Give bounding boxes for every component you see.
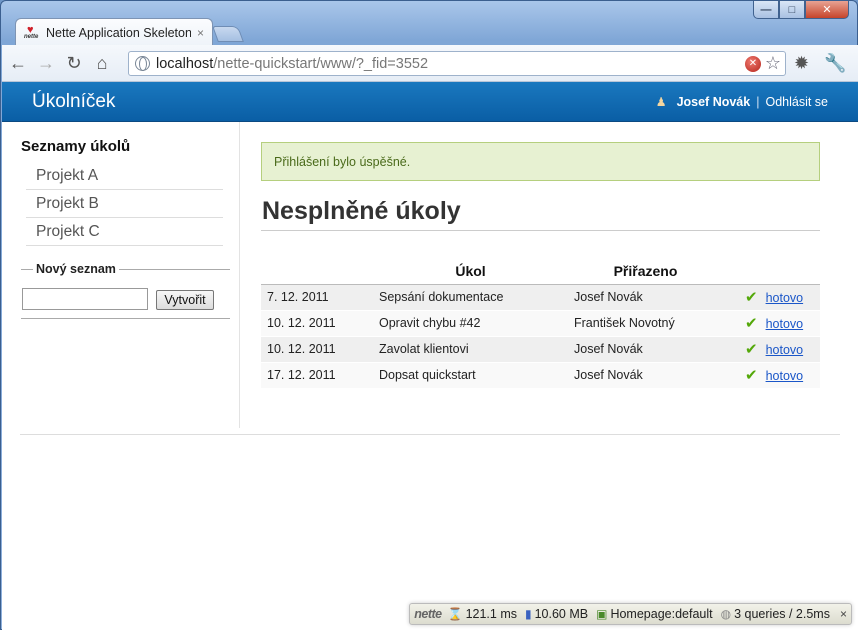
minimize-button[interactable]: — <box>753 1 779 19</box>
task-name: Zavolat klientovi <box>373 336 568 363</box>
sidebar: Seznamy úkolů Projekt A Projekt B Projek… <box>2 122 240 428</box>
task-name: Opravit chybu #42 <box>373 310 568 337</box>
create-list-button[interactable]: Vytvořit <box>156 290 214 310</box>
debug-presenter[interactable]: ▣ Homepage:default <box>596 607 713 621</box>
site-header: Úkolníček ♟ Josef Novák | Odhlásit se <box>2 82 858 122</box>
debug-bar-close-icon[interactable]: × <box>840 607 847 621</box>
extension-gear-icon[interactable]: ✹ <box>794 53 809 74</box>
table-header-row: Úkol Přiřazeno <box>261 258 820 285</box>
maximize-button[interactable]: □ <box>779 1 805 19</box>
task-date: 17. 12. 2011 <box>261 362 373 389</box>
nette-favicon-icon: ♥ nette <box>24 23 39 40</box>
sidebar-item-projekt-b[interactable]: Projekt B <box>26 190 223 218</box>
sidebar-item-projekt-c[interactable]: Projekt C <box>26 218 223 246</box>
stop-icon[interactable]: ✕ <box>745 56 761 72</box>
done-link[interactable]: hotovo <box>766 317 804 331</box>
sidebar-title: Seznamy úkolů <box>21 138 131 155</box>
logout-link[interactable]: Odhlásit se <box>765 95 828 109</box>
page-title: Nesplněné úkoly <box>262 197 461 225</box>
flash-message: Přihlášení bylo úspěšné. <box>261 142 820 181</box>
table-row: 7. 12. 2011 Sepsání dokumentace Josef No… <box>261 284 820 311</box>
forward-icon[interactable]: → <box>34 51 58 75</box>
separator: | <box>756 95 760 109</box>
task-action-cell: ✔ hotovo <box>723 362 820 389</box>
bookmark-star-icon[interactable]: ☆ <box>765 53 781 74</box>
close-window-button[interactable]: ✕ <box>805 1 849 19</box>
debug-time[interactable]: ⌛ 121.1 ms <box>448 607 517 621</box>
user-icon: ♟ <box>655 95 667 109</box>
task-action-cell: ✔ hotovo <box>723 336 820 363</box>
heading-divider <box>261 230 820 231</box>
window-controls: — □ ✕ <box>753 1 849 19</box>
footer-divider <box>20 434 840 435</box>
task-assignee: Josef Novák <box>568 362 723 389</box>
browser-toolbar: ← → ↻ ⌂ localhost/nette-quickstart/www/?… <box>2 45 858 82</box>
check-icon: ✔ <box>745 367 758 384</box>
table-row: 10. 12. 2011 Zavolat klientovi Josef Nov… <box>261 336 820 363</box>
new-list-form: Nový seznam Vytvořit <box>21 262 230 319</box>
nette-logo[interactable]: nette <box>414 607 442 621</box>
debug-queries[interactable]: ◍ 3 queries / 2.5ms <box>721 607 830 621</box>
new-list-legend: Nový seznam <box>33 262 119 276</box>
check-icon: ✔ <box>745 341 758 358</box>
home-icon[interactable]: ⌂ <box>90 51 114 75</box>
debug-memory[interactable]: ▮ 10.60 MB <box>525 607 588 621</box>
task-action-cell: ✔ hotovo <box>723 284 820 311</box>
task-name: Dopsat quickstart <box>373 362 568 389</box>
column-header-assigned: Přiřazeno <box>568 258 723 285</box>
reload-icon[interactable]: ↻ <box>62 51 86 75</box>
done-link[interactable]: hotovo <box>766 369 804 383</box>
tab-title: Nette Application Skeleton <box>46 25 191 40</box>
task-assignee: František Novotný <box>568 310 723 337</box>
url-text: localhost/nette-quickstart/www/?_fid=355… <box>156 55 429 72</box>
column-header-action <box>723 258 820 285</box>
tab-close-icon[interactable]: × <box>197 26 204 40</box>
site-brand[interactable]: Úkolníček <box>32 91 115 113</box>
task-assignee: Josef Novák <box>568 284 723 311</box>
user-name: Josef Novák <box>676 95 751 109</box>
task-name: Sepsání dokumentace <box>373 284 568 311</box>
done-link[interactable]: hotovo <box>766 343 804 357</box>
page-viewport: Úkolníček ♟ Josef Novák | Odhlásit se Se… <box>2 82 858 630</box>
browser-tab[interactable]: ♥ nette Nette Application Skeleton × <box>15 18 213 46</box>
nette-debug-bar[interactable]: nette ⌛ 121.1 ms ▮ 10.60 MB ▣ Homepage:defa… <box>409 603 852 625</box>
new-tab-button[interactable] <box>212 26 244 42</box>
check-icon: ✔ <box>745 315 758 332</box>
task-date: 10. 12. 2011 <box>261 310 373 337</box>
hourglass-icon: ⌛ <box>447 607 463 621</box>
task-date: 7. 12. 2011 <box>261 284 373 311</box>
wrench-icon[interactable]: 🔧 <box>824 53 846 74</box>
new-list-input[interactable] <box>22 288 148 310</box>
check-icon: ✔ <box>745 289 758 306</box>
user-box: ♟ Josef Novák | Odhlásit se <box>656 95 828 109</box>
sidebar-item-projekt-a[interactable]: Projekt A <box>26 162 223 190</box>
memory-chart-icon: ▮ <box>524 607 532 621</box>
browser-window: ♥ nette Nette Application Skeleton × — □ … <box>0 0 858 630</box>
table-row: 10. 12. 2011 Opravit chybu #42 František… <box>261 310 820 337</box>
task-action-cell: ✔ hotovo <box>723 310 820 337</box>
presenter-icon: ▣ <box>596 607 608 621</box>
globe-icon <box>135 56 150 71</box>
done-link[interactable]: hotovo <box>766 291 804 305</box>
column-header-date <box>261 258 373 285</box>
address-bar[interactable]: localhost/nette-quickstart/www/?_fid=355… <box>128 51 786 76</box>
database-icon: ◍ <box>720 607 732 621</box>
task-assignee: Josef Novák <box>568 336 723 363</box>
table-row: 17. 12. 2011 Dopsat quickstart Josef Nov… <box>261 362 820 389</box>
task-date: 10. 12. 2011 <box>261 336 373 363</box>
tab-strip: ♥ nette Nette Application Skeleton × — □ … <box>1 1 857 46</box>
tasks-table: Úkol Přiřazeno 7. 12. 2011 Sepsání dokum… <box>261 258 820 389</box>
column-header-task: Úkol <box>373 258 568 285</box>
back-icon[interactable]: ← <box>6 51 30 75</box>
